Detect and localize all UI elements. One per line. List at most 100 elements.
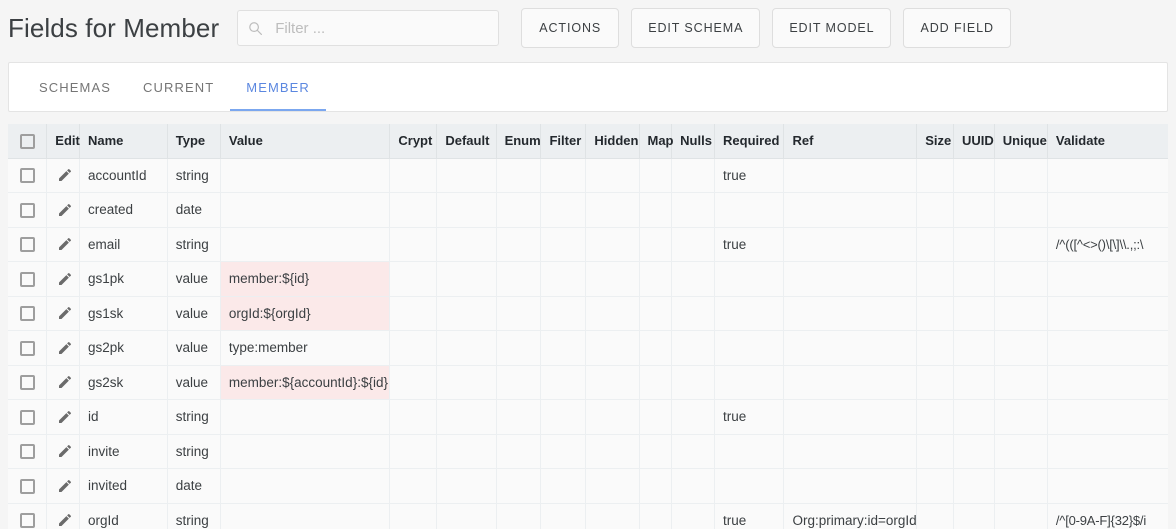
edit-pencil-icon[interactable] [57,512,73,528]
table-row[interactable]: gs2sk value member:${accountId}:${id} [8,365,1168,400]
column-header-filter[interactable]: Filter [540,124,587,159]
row-select-cell[interactable] [8,192,48,228]
edit-pencil-icon[interactable] [57,374,73,390]
edit-pencil-icon[interactable] [57,443,73,459]
table-row[interactable]: invite string [8,434,1168,469]
row-checkbox[interactable] [19,306,35,322]
edit-pencil-icon[interactable] [57,478,73,494]
row-select-cell[interactable] [8,296,48,331]
row-edit-cell[interactable] [46,227,80,262]
row-select-cell[interactable] [8,261,48,297]
row-select-cell[interactable] [8,227,48,262]
row-edit-cell[interactable] [46,158,80,193]
row-select-cell[interactable] [8,468,48,504]
edit-pencil-icon[interactable] [57,409,73,425]
row-edit-cell[interactable] [46,330,80,366]
row-select-cell[interactable] [8,399,48,435]
column-header-hidden[interactable]: Hidden [585,124,640,159]
cell-hidden [585,330,640,366]
column-header-map[interactable]: Map [639,124,674,159]
cell-filter [540,296,587,331]
cell-value [220,158,391,193]
row-edit-cell[interactable] [46,399,80,435]
row-checkbox[interactable] [19,478,35,494]
table-row[interactable]: accountId string true [8,158,1168,193]
row-checkbox[interactable] [19,409,35,425]
filter-field[interactable] [237,10,500,46]
tab-current[interactable]: CURRENT [127,63,230,111]
row-edit-cell[interactable] [46,434,80,469]
cell-hidden [585,296,640,331]
row-checkbox[interactable] [19,513,35,529]
row-select-cell[interactable] [8,158,48,193]
table-row[interactable]: email string true /^(([^<>()\[\]\\.,;:\ [8,227,1168,262]
column-header-nulls[interactable]: Nulls [671,124,716,159]
search-input[interactable] [275,19,489,37]
row-select-cell[interactable] [8,503,48,529]
column-header-default[interactable]: Default [436,124,497,159]
row-checkbox[interactable] [19,375,35,391]
row-checkbox[interactable] [19,444,35,460]
table-row[interactable]: gs1sk value orgId:${orgId} [8,296,1168,331]
select-all-header[interactable] [8,124,48,159]
add-field-button[interactable]: ADD FIELD [903,8,1011,48]
table-row[interactable]: orgId string true Org:primary:id=orgId /^[0-… [8,503,1168,529]
column-header-type[interactable]: Type [167,124,221,159]
column-header-name[interactable]: Name [79,124,168,159]
column-header-uuid[interactable]: UUID [953,124,995,159]
cell-map [639,365,673,400]
row-edit-cell[interactable] [46,365,80,400]
row-select-cell[interactable] [8,434,48,469]
column-header-crypt[interactable]: Crypt [389,124,438,159]
table-row[interactable]: invited date [8,468,1168,504]
row-edit-cell[interactable] [46,468,80,504]
cell-uuid [953,227,995,262]
cell-validate [1047,434,1168,469]
row-edit-cell[interactable] [46,296,80,331]
cell-nulls [671,261,716,297]
row-checkbox[interactable] [19,168,35,184]
row-checkbox[interactable] [19,271,35,287]
edit-schema-button[interactable]: EDIT SCHEMA [631,8,761,48]
row-checkbox[interactable] [19,202,35,218]
column-header-unique[interactable]: Unique [994,124,1048,159]
column-header-validate[interactable]: Validate [1047,124,1168,159]
column-header-ref[interactable]: Ref [783,124,918,159]
select-all-checkbox[interactable] [19,133,35,149]
table-row[interactable]: gs1pk value member:${id} [8,261,1168,297]
row-checkbox[interactable] [19,237,35,253]
column-header-required[interactable]: Required [714,124,785,159]
row-edit-cell[interactable] [46,261,80,297]
edit-pencil-icon[interactable] [57,305,73,321]
table-row[interactable]: gs2pk value type:member [8,330,1168,366]
row-select-cell[interactable] [8,330,48,366]
row-select-cell[interactable] [8,365,48,400]
cell-enum [496,296,542,331]
cell-uuid [953,330,995,366]
cell-unique [994,261,1048,297]
edit-pencil-icon[interactable] [57,271,73,287]
edit-pencil-icon[interactable] [57,167,73,183]
tab-schemas[interactable]: SCHEMAS [23,63,127,111]
edit-pencil-icon[interactable] [57,340,73,356]
cell-default [436,158,497,193]
tab-member[interactable]: MEMBER [230,63,326,111]
edit-pencil-icon[interactable] [57,202,73,218]
table-row[interactable]: created date [8,192,1168,228]
column-header-edit[interactable]: Edit [46,124,80,159]
edit-model-button[interactable]: EDIT MODEL [772,8,892,48]
actions-button[interactable]: ACTIONS [521,8,620,48]
cell-crypt [389,158,438,193]
cell-name: invited [79,468,168,504]
column-header-enum[interactable]: Enum [496,124,542,159]
page-title: Fields for Member [8,12,220,43]
cell-name: id [79,399,168,435]
column-header-size[interactable]: Size [916,124,954,159]
row-edit-cell[interactable] [46,503,80,529]
row-edit-cell[interactable] [46,192,80,228]
row-checkbox[interactable] [19,340,35,356]
edit-pencil-icon[interactable] [57,236,73,252]
column-header-value[interactable]: Value [220,124,391,159]
table-row[interactable]: id string true [8,399,1168,435]
cell-ref [783,330,918,366]
